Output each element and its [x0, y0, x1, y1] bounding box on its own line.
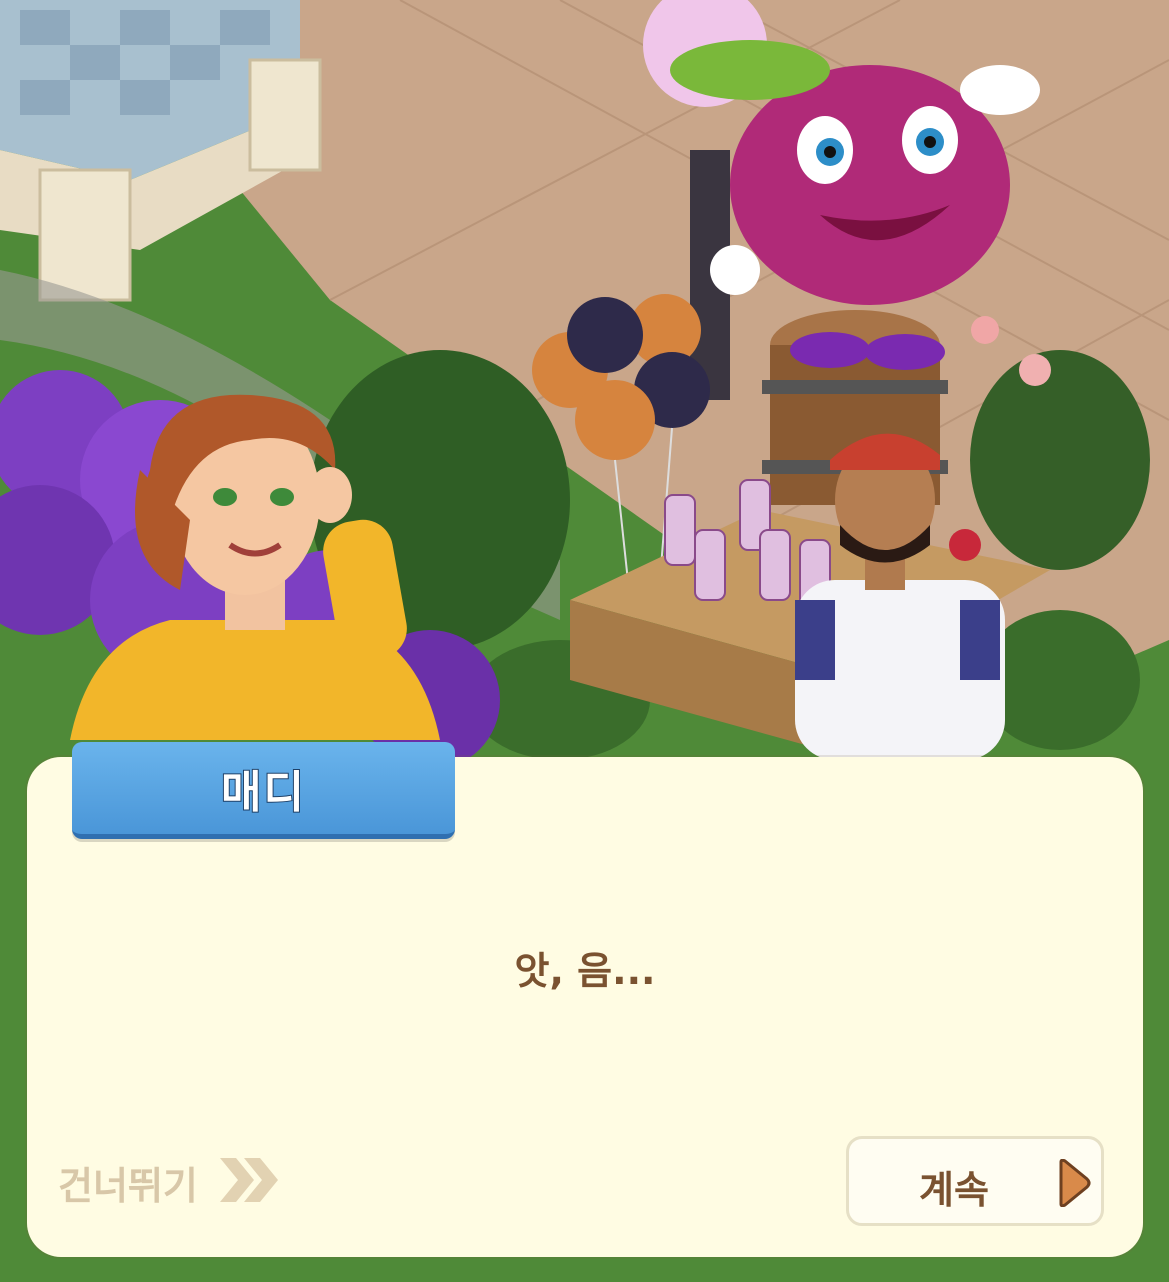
- continue-label: 계속: [919, 1168, 989, 1212]
- continue-button[interactable]: 계속: [846, 1136, 1104, 1226]
- speaker-name-tab: 매디: [72, 742, 455, 839]
- dialog-text: 앗, 음...: [514, 949, 656, 993]
- skip-label: 건너뛰기: [58, 1163, 198, 1208]
- triangle-right-icon: [1057, 1158, 1091, 1211]
- speaker-name: 매디: [220, 766, 306, 819]
- skip-button[interactable]: 건너뛰기: [58, 1150, 280, 1214]
- double-chevron-right-icon: [216, 1152, 280, 1212]
